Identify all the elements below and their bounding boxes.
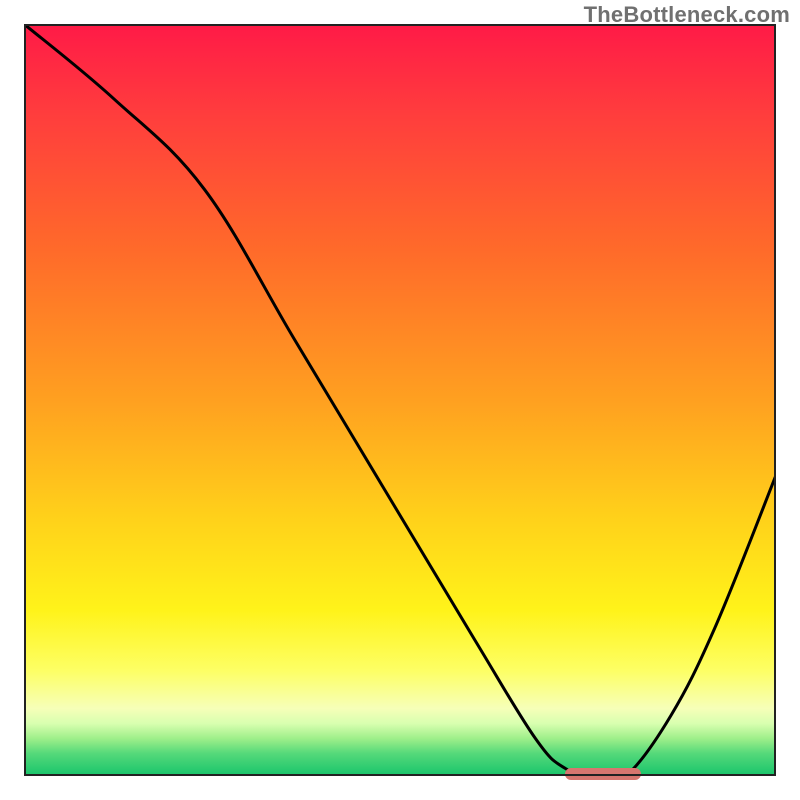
bottleneck-marker [565,768,640,780]
curve-layer [24,24,776,776]
bottleneck-chart: TheBottleneck.com [0,0,800,800]
plot-area [24,24,776,776]
bottleneck-curve [24,24,776,776]
